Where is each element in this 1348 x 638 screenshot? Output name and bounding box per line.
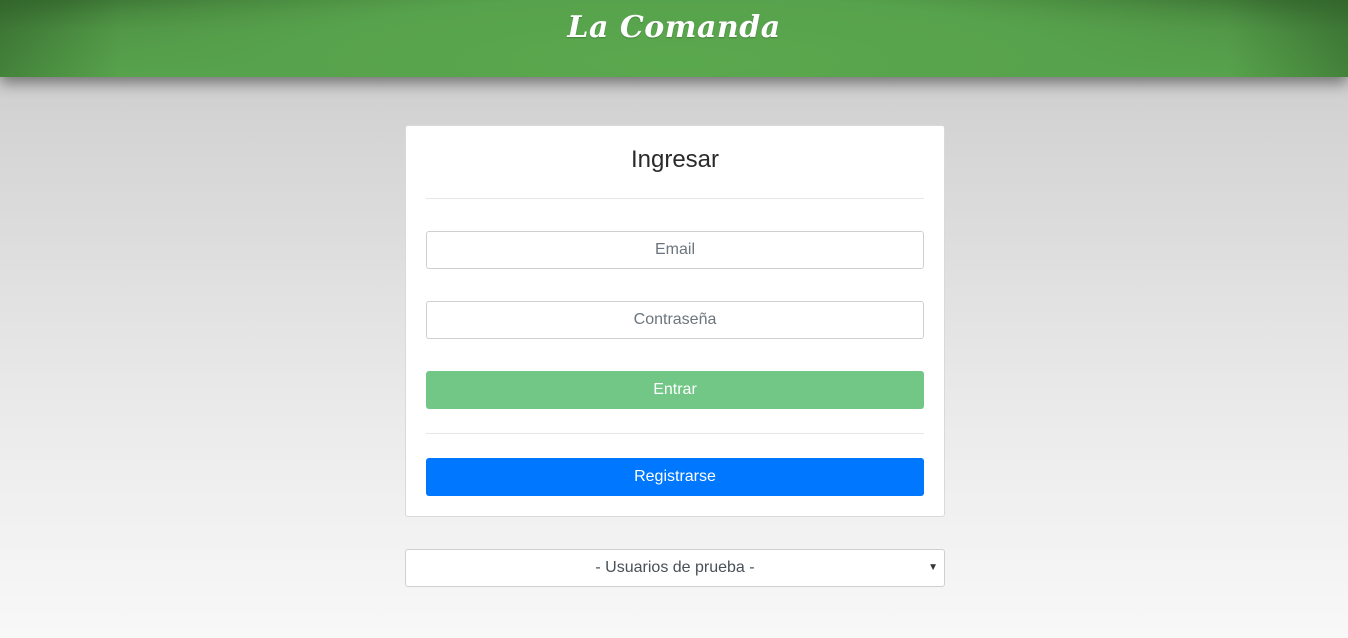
password-field[interactable] bbox=[426, 301, 924, 339]
caret-down-icon: ▼ bbox=[928, 562, 938, 573]
email-field[interactable] bbox=[426, 231, 924, 269]
title-divider bbox=[426, 198, 924, 199]
top-navbar: La Comanda bbox=[0, 0, 1348, 77]
register-button[interactable]: Registrarse bbox=[426, 458, 924, 496]
buttons-divider bbox=[426, 433, 924, 434]
page-title: Ingresar bbox=[630, 146, 720, 173]
test-users-selected-value: - Usuarios de prueba - bbox=[595, 559, 755, 576]
test-users-select[interactable]: - Usuarios de prueba - ▼ bbox=[405, 549, 945, 587]
brand-logo[interactable]: La Comanda bbox=[0, 10, 1348, 45]
login-card: Ingresar Entrar Registrarse bbox=[405, 125, 945, 517]
enter-button[interactable]: Entrar bbox=[426, 371, 924, 409]
